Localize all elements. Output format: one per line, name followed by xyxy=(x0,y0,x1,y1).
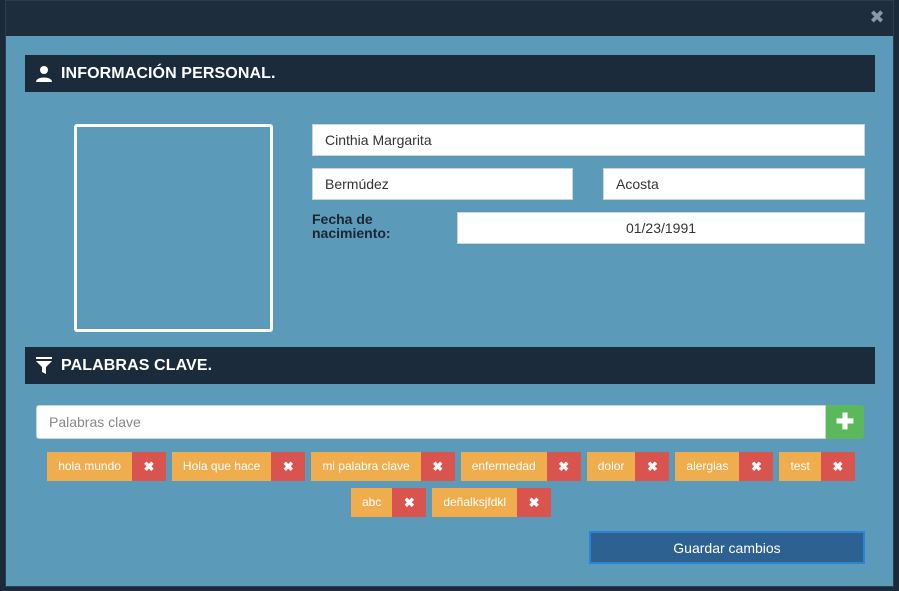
remove-tag-button[interactable]: ✖ xyxy=(739,452,774,481)
keyword-tag-label: Hola que hace xyxy=(171,452,272,481)
personal-info-title: INFORMACIÓN PERSONAL. xyxy=(61,64,276,82)
keyword-tag-label: deñalksjfdkl xyxy=(432,488,518,517)
remove-tag-button[interactable]: ✖ xyxy=(635,452,670,481)
dob-label: Fecha de nacimiento: xyxy=(312,211,391,241)
remove-tag-button[interactable]: ✖ xyxy=(392,488,427,517)
profile-photo[interactable] xyxy=(74,124,273,332)
add-keyword-button[interactable]: ✚ xyxy=(826,405,864,439)
close-icon[interactable]: ✖ xyxy=(869,8,885,26)
keyword-tag: Hola que hace ✖ xyxy=(171,452,306,481)
remove-tag-button[interactable]: ✖ xyxy=(131,452,166,481)
remove-tag-button[interactable]: ✖ xyxy=(420,452,455,481)
modal-top-bar: ✖ xyxy=(6,1,893,36)
remove-tag-button[interactable]: ✖ xyxy=(820,452,855,481)
second-last-name-field[interactable]: Acosta xyxy=(603,168,865,200)
keywords-header: PALABRAS CLAVE. xyxy=(25,347,875,384)
last-name-field[interactable]: Bermúdez xyxy=(312,168,573,200)
keyword-tag: test ✖ xyxy=(779,452,855,481)
user-icon xyxy=(33,63,55,85)
dob-field[interactable]: 01/23/1991 xyxy=(457,212,865,244)
keyword-tag: abc ✖ xyxy=(350,488,427,517)
keyword-tag-label: alergias xyxy=(675,452,740,481)
remove-tag-button[interactable]: ✖ xyxy=(517,488,552,517)
remove-tag-button[interactable]: ✖ xyxy=(271,452,306,481)
keyword-tag: alergias ✖ xyxy=(675,452,774,481)
tag-row: hola mundo ✖ Hola que hace ✖ mi palabra clav… xyxy=(36,452,866,481)
backdrop-bottom xyxy=(0,587,899,591)
keyword-tag-label: abc xyxy=(350,488,393,517)
keyword-tag: enfermedad ✖ xyxy=(460,452,581,481)
keyword-tag: hola mundo ✖ xyxy=(47,452,166,481)
keyword-tag-label: enfermedad xyxy=(460,452,547,481)
personal-info-header: INFORMACIÓN PERSONAL. xyxy=(25,55,875,92)
save-button[interactable]: Guardar cambios xyxy=(589,531,865,564)
tag-row: abc ✖ deñalksjfdkl ✖ xyxy=(36,488,866,517)
plus-icon: ✚ xyxy=(835,409,855,434)
filter-icon xyxy=(33,355,55,377)
remove-tag-button[interactable]: ✖ xyxy=(546,452,581,481)
keyword-tag: dolor ✖ xyxy=(586,452,670,481)
keyword-tags: hola mundo ✖ Hola que hace ✖ mi palabra clav… xyxy=(36,452,866,524)
keyword-tag: deñalksjfdkl ✖ xyxy=(432,488,552,517)
keyword-tag-label: dolor xyxy=(586,452,636,481)
keyword-tag-label: mi palabra clave xyxy=(311,452,421,481)
keyword-tag: mi palabra clave ✖ xyxy=(311,452,455,481)
first-name-field[interactable]: Cinthia Margarita xyxy=(312,124,865,156)
profile-modal: ✖ INFORMACIÓN PERSONAL. Cinthia Margarit… xyxy=(5,0,894,587)
keywords-title: PALABRAS CLAVE. xyxy=(61,356,213,374)
keywords-input[interactable]: Palabras clave xyxy=(36,405,826,439)
keyword-tag-label: hola mundo xyxy=(47,452,132,481)
keyword-tag-label: test xyxy=(779,452,821,481)
